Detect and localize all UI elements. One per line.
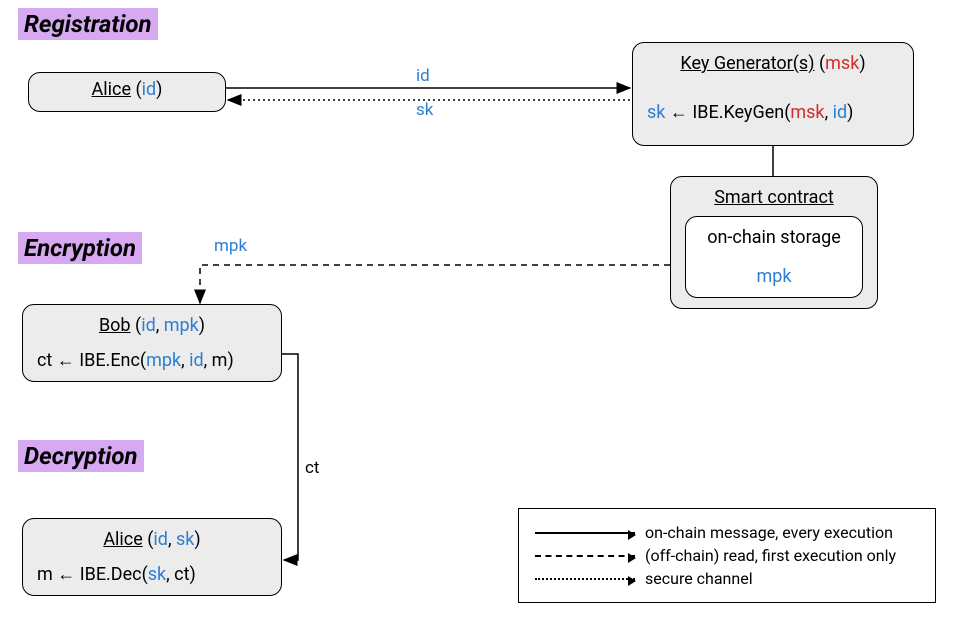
alice-registration-box: Alice (id) <box>28 72 226 112</box>
legend-dotted-line-icon <box>535 578 635 580</box>
alice-dec-paren-open: ( <box>143 529 154 550</box>
arrow-label-sk: sk <box>416 100 433 120</box>
alice-reg-id: id <box>142 79 157 100</box>
smart-contract-title: Smart contract <box>685 187 863 208</box>
legend-box: on-chain message, every execution (off-c… <box>518 508 936 603</box>
bob-ct-a: ct ← IBE.Enc( <box>37 350 146 371</box>
section-decryption-title: Decryption <box>18 440 144 472</box>
bob-id2: id <box>189 350 204 371</box>
bob-box: Bob (id, mpk) ct ← IBE.Enc(mpk, id, m) <box>22 304 282 382</box>
section-registration-title: Registration <box>18 8 158 40</box>
alice-dec-sk2: sk <box>148 564 166 585</box>
keygen-end: ) <box>847 102 853 123</box>
alice-dec-header: Alice (id, sk) <box>37 529 267 550</box>
alice-dec-formula: m ← IBE.Dec(sk, ct) <box>37 564 267 585</box>
legend-dotted-text: secure channel <box>645 569 753 588</box>
alice-dec-sk: sk <box>176 529 194 550</box>
arrow-label-id: id <box>416 66 430 86</box>
legend-solid-text: on-chain message, every execution <box>645 523 893 542</box>
onchain-storage-box: on-chain storage mpk <box>685 216 863 298</box>
bob-paren-open: ( <box>131 315 142 336</box>
bob-header: Bob (id, mpk) <box>37 315 267 336</box>
onchain-storage-label: on-chain storage <box>700 227 848 248</box>
bob-mpk2: mpk <box>146 350 181 371</box>
bob-sep3: , m) <box>204 350 234 371</box>
arrow-ct <box>282 354 298 560</box>
legend-dashed-row: (off-chain) read, first execution only <box>535 546 919 565</box>
bob-paren-close: ) <box>199 315 205 336</box>
legend-solid-row: on-chain message, every execution <box>535 523 919 542</box>
bob-formula: ct ← IBE.Enc(mpk, id, m) <box>37 350 267 371</box>
keygen-id: id <box>833 102 848 123</box>
alice-reg-name: Alice <box>92 79 131 100</box>
bob-mpk: mpk <box>164 315 199 336</box>
keygen-sep: , <box>825 102 833 123</box>
smart-contract-box: Smart contract on-chain storage mpk <box>670 176 878 309</box>
alice-dec-name: Alice <box>103 529 142 550</box>
keygen-header: Key Generator(s) (msk) <box>647 53 899 74</box>
bob-sep: , <box>156 315 164 336</box>
alice-reg-paren-close: ) <box>156 79 162 100</box>
keygen-paren-close: ) <box>859 53 865 74</box>
keygen-paren-open: ( <box>814 53 825 74</box>
bob-sep2: , <box>181 350 189 371</box>
legend-dashed-text: (off-chain) read, first execution only <box>645 546 896 565</box>
arrow-label-mpk: mpk <box>214 236 247 256</box>
alice-dec-id: id <box>153 529 168 550</box>
key-generator-box: Key Generator(s) (msk) sk ← IBE.KeyGen(m… <box>632 42 914 146</box>
legend-solid-line-icon <box>535 532 635 534</box>
legend-dashed-line-icon <box>535 555 635 557</box>
alice-reg-paren-open: ( <box>131 79 142 100</box>
keygen-name: Key Generator(s) <box>680 53 814 74</box>
arrowhead-icon <box>628 530 636 540</box>
keygen-sk: sk <box>647 102 665 123</box>
keygen-arrow-text: ← IBE.KeyGen( <box>665 102 790 123</box>
arrow-label-ct: ct <box>305 458 319 478</box>
arrow-mpk <box>200 265 670 303</box>
bob-name: Bob <box>99 315 131 336</box>
alice-dec-sep: , <box>168 529 176 550</box>
onchain-mpk: mpk <box>700 266 848 287</box>
alice-dec-paren-close: ) <box>194 529 200 550</box>
alice-dec-a: m ← IBE.Dec( <box>37 564 148 585</box>
alice-decryption-box: Alice (id, sk) m ← IBE.Dec(sk, ct) <box>22 518 282 596</box>
arrowhead-icon <box>628 576 636 586</box>
smart-contract-title-text: Smart contract <box>714 187 834 208</box>
keygen-formula: sk ← IBE.KeyGen(msk, id) <box>647 102 899 123</box>
section-encryption-title: Encryption <box>18 232 142 264</box>
keygen-msk: msk <box>825 53 859 74</box>
alice-dec-b: , ct) <box>166 564 196 585</box>
legend-dotted-row: secure channel <box>535 569 919 588</box>
keygen-msk2: msk <box>790 102 824 123</box>
alice-reg-header: Alice (id) <box>43 79 211 100</box>
bob-id: id <box>141 315 156 336</box>
arrowhead-icon <box>628 553 636 563</box>
